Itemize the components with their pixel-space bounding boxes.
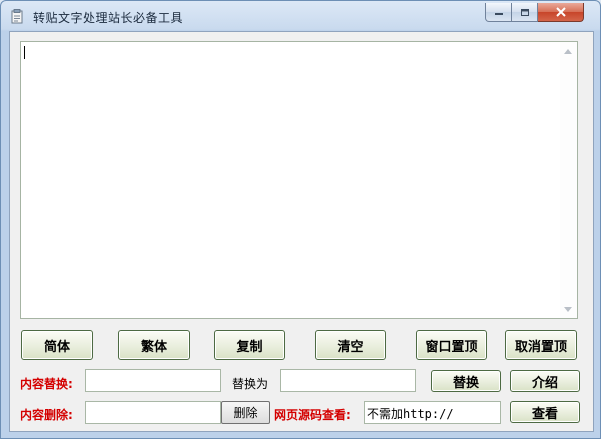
close-icon bbox=[555, 7, 566, 17]
replace-button[interactable]: 替换 bbox=[431, 370, 501, 392]
close-button[interactable] bbox=[538, 3, 584, 22]
main-text-area[interactable] bbox=[20, 41, 578, 319]
scroll-down-icon[interactable] bbox=[564, 307, 572, 312]
caption-buttons bbox=[485, 3, 584, 22]
delete-button[interactable]: 删除 bbox=[221, 401, 270, 424]
maximize-button[interactable] bbox=[512, 3, 538, 22]
app-window: 转贴文字处理站长必备工具 简体 繁体 复制 清空 窗口置顶 取消置顶 内容替换:… bbox=[0, 0, 601, 439]
find-text-input[interactable] bbox=[85, 369, 221, 392]
delete-label: 内容删除: bbox=[20, 408, 73, 422]
traditional-button[interactable]: 繁体 bbox=[118, 330, 190, 360]
window-title: 转贴文字处理站长必备工具 bbox=[33, 11, 184, 25]
clear-button[interactable]: 清空 bbox=[315, 330, 386, 360]
delete-text-input[interactable] bbox=[85, 401, 221, 424]
copy-button[interactable]: 复制 bbox=[214, 330, 285, 360]
maximize-icon bbox=[520, 8, 529, 16]
text-caret bbox=[24, 46, 25, 59]
client-area: 简体 繁体 复制 清空 窗口置顶 取消置顶 内容替换: 替换为 替换 介绍 内容… bbox=[9, 31, 594, 432]
minimize-button[interactable] bbox=[485, 3, 512, 22]
pin-top-button[interactable]: 窗口置顶 bbox=[416, 330, 487, 360]
source-view-label: 网页源码查看: bbox=[274, 408, 351, 422]
unpin-top-button[interactable]: 取消置顶 bbox=[505, 330, 577, 360]
minimize-icon bbox=[494, 13, 503, 15]
replace-with-label: 替换为 bbox=[232, 377, 269, 391]
about-button[interactable]: 介绍 bbox=[510, 370, 580, 392]
view-source-button[interactable]: 查看 bbox=[510, 401, 580, 423]
replace-text-input[interactable] bbox=[280, 369, 416, 392]
app-icon bbox=[11, 9, 23, 24]
vertical-scrollbar[interactable] bbox=[560, 42, 577, 318]
simplified-button[interactable]: 简体 bbox=[21, 330, 93, 360]
url-input[interactable]: 不需加http:// bbox=[364, 401, 501, 424]
replace-label: 内容替换: bbox=[20, 377, 73, 391]
title-bar[interactable]: 转贴文字处理站长必备工具 bbox=[1, 1, 600, 31]
scroll-up-icon[interactable] bbox=[564, 49, 572, 54]
